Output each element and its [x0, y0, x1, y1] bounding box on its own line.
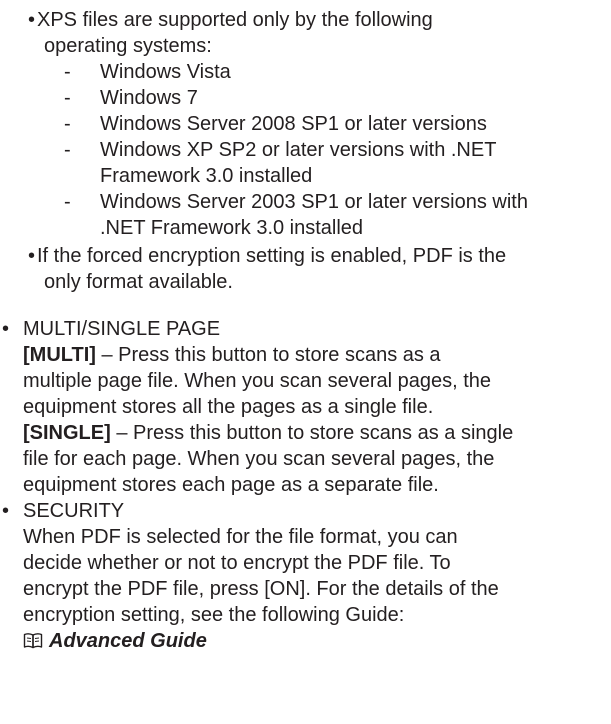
note-bullet: • [28, 9, 36, 31]
multi-single-heading: MULTI/SINGLE PAGE [23, 318, 221, 340]
single-line-2: file for each page. When you scan severa… [23, 448, 495, 470]
single-button-label: [SINGLE] [23, 422, 111, 444]
multi-line-2: multiple page file. When you scan severa… [23, 370, 492, 392]
security-line-1: When PDF is selected for the file format… [23, 526, 458, 548]
security-line-4: encryption setting, see the following Gu… [23, 604, 405, 626]
xps-note-line-2: operating systems: [44, 35, 212, 57]
os-item: Windows Server 2008 SP1 or later version… [100, 113, 487, 135]
single-line-3: equipment stores each page as a separate… [23, 474, 439, 496]
book-icon [23, 632, 43, 650]
security-line-2: decide whether or not to encrypt the PDF… [23, 552, 451, 574]
multi-button-label: [MULTI] [23, 344, 96, 366]
section-bullet: • [2, 318, 10, 340]
list-dash: - [64, 139, 71, 161]
encryption-note-line-1: If the forced encryption setting is enab… [37, 245, 507, 267]
os-item-continuation: Framework 3.0 installed [100, 165, 313, 187]
list-dash: - [64, 61, 71, 83]
security-line-3: encrypt the PDF file, press [ON]. For th… [23, 578, 499, 600]
section-bullet: • [2, 500, 10, 522]
list-dash: - [64, 191, 71, 213]
advanced-guide-link[interactable]: Advanced Guide [49, 629, 207, 653]
single-line-1: [SINGLE] – Press this button to store sc… [23, 422, 514, 444]
encryption-note-line-2: only format available. [44, 271, 233, 293]
os-item-continuation: .NET Framework 3.0 installed [100, 217, 364, 239]
note-bullet: • [28, 245, 36, 267]
list-dash: - [64, 87, 71, 109]
os-item: Windows 7 [100, 87, 198, 109]
manual-page: • XPS files are supported only by the fo… [0, 0, 611, 724]
os-item: Windows Vista [100, 61, 231, 83]
security-heading: SECURITY [23, 500, 125, 522]
multi-line-3: equipment stores all the pages as a sing… [23, 396, 434, 418]
os-item: Windows Server 2003 SP1 or later version… [100, 191, 528, 213]
xps-note-line-1: XPS files are supported only by the foll… [37, 9, 433, 31]
os-item: Windows XP SP2 or later versions with .N… [100, 139, 497, 161]
list-dash: - [64, 113, 71, 135]
multi-line-1: [MULTI] – Press this button to store sca… [23, 344, 441, 366]
